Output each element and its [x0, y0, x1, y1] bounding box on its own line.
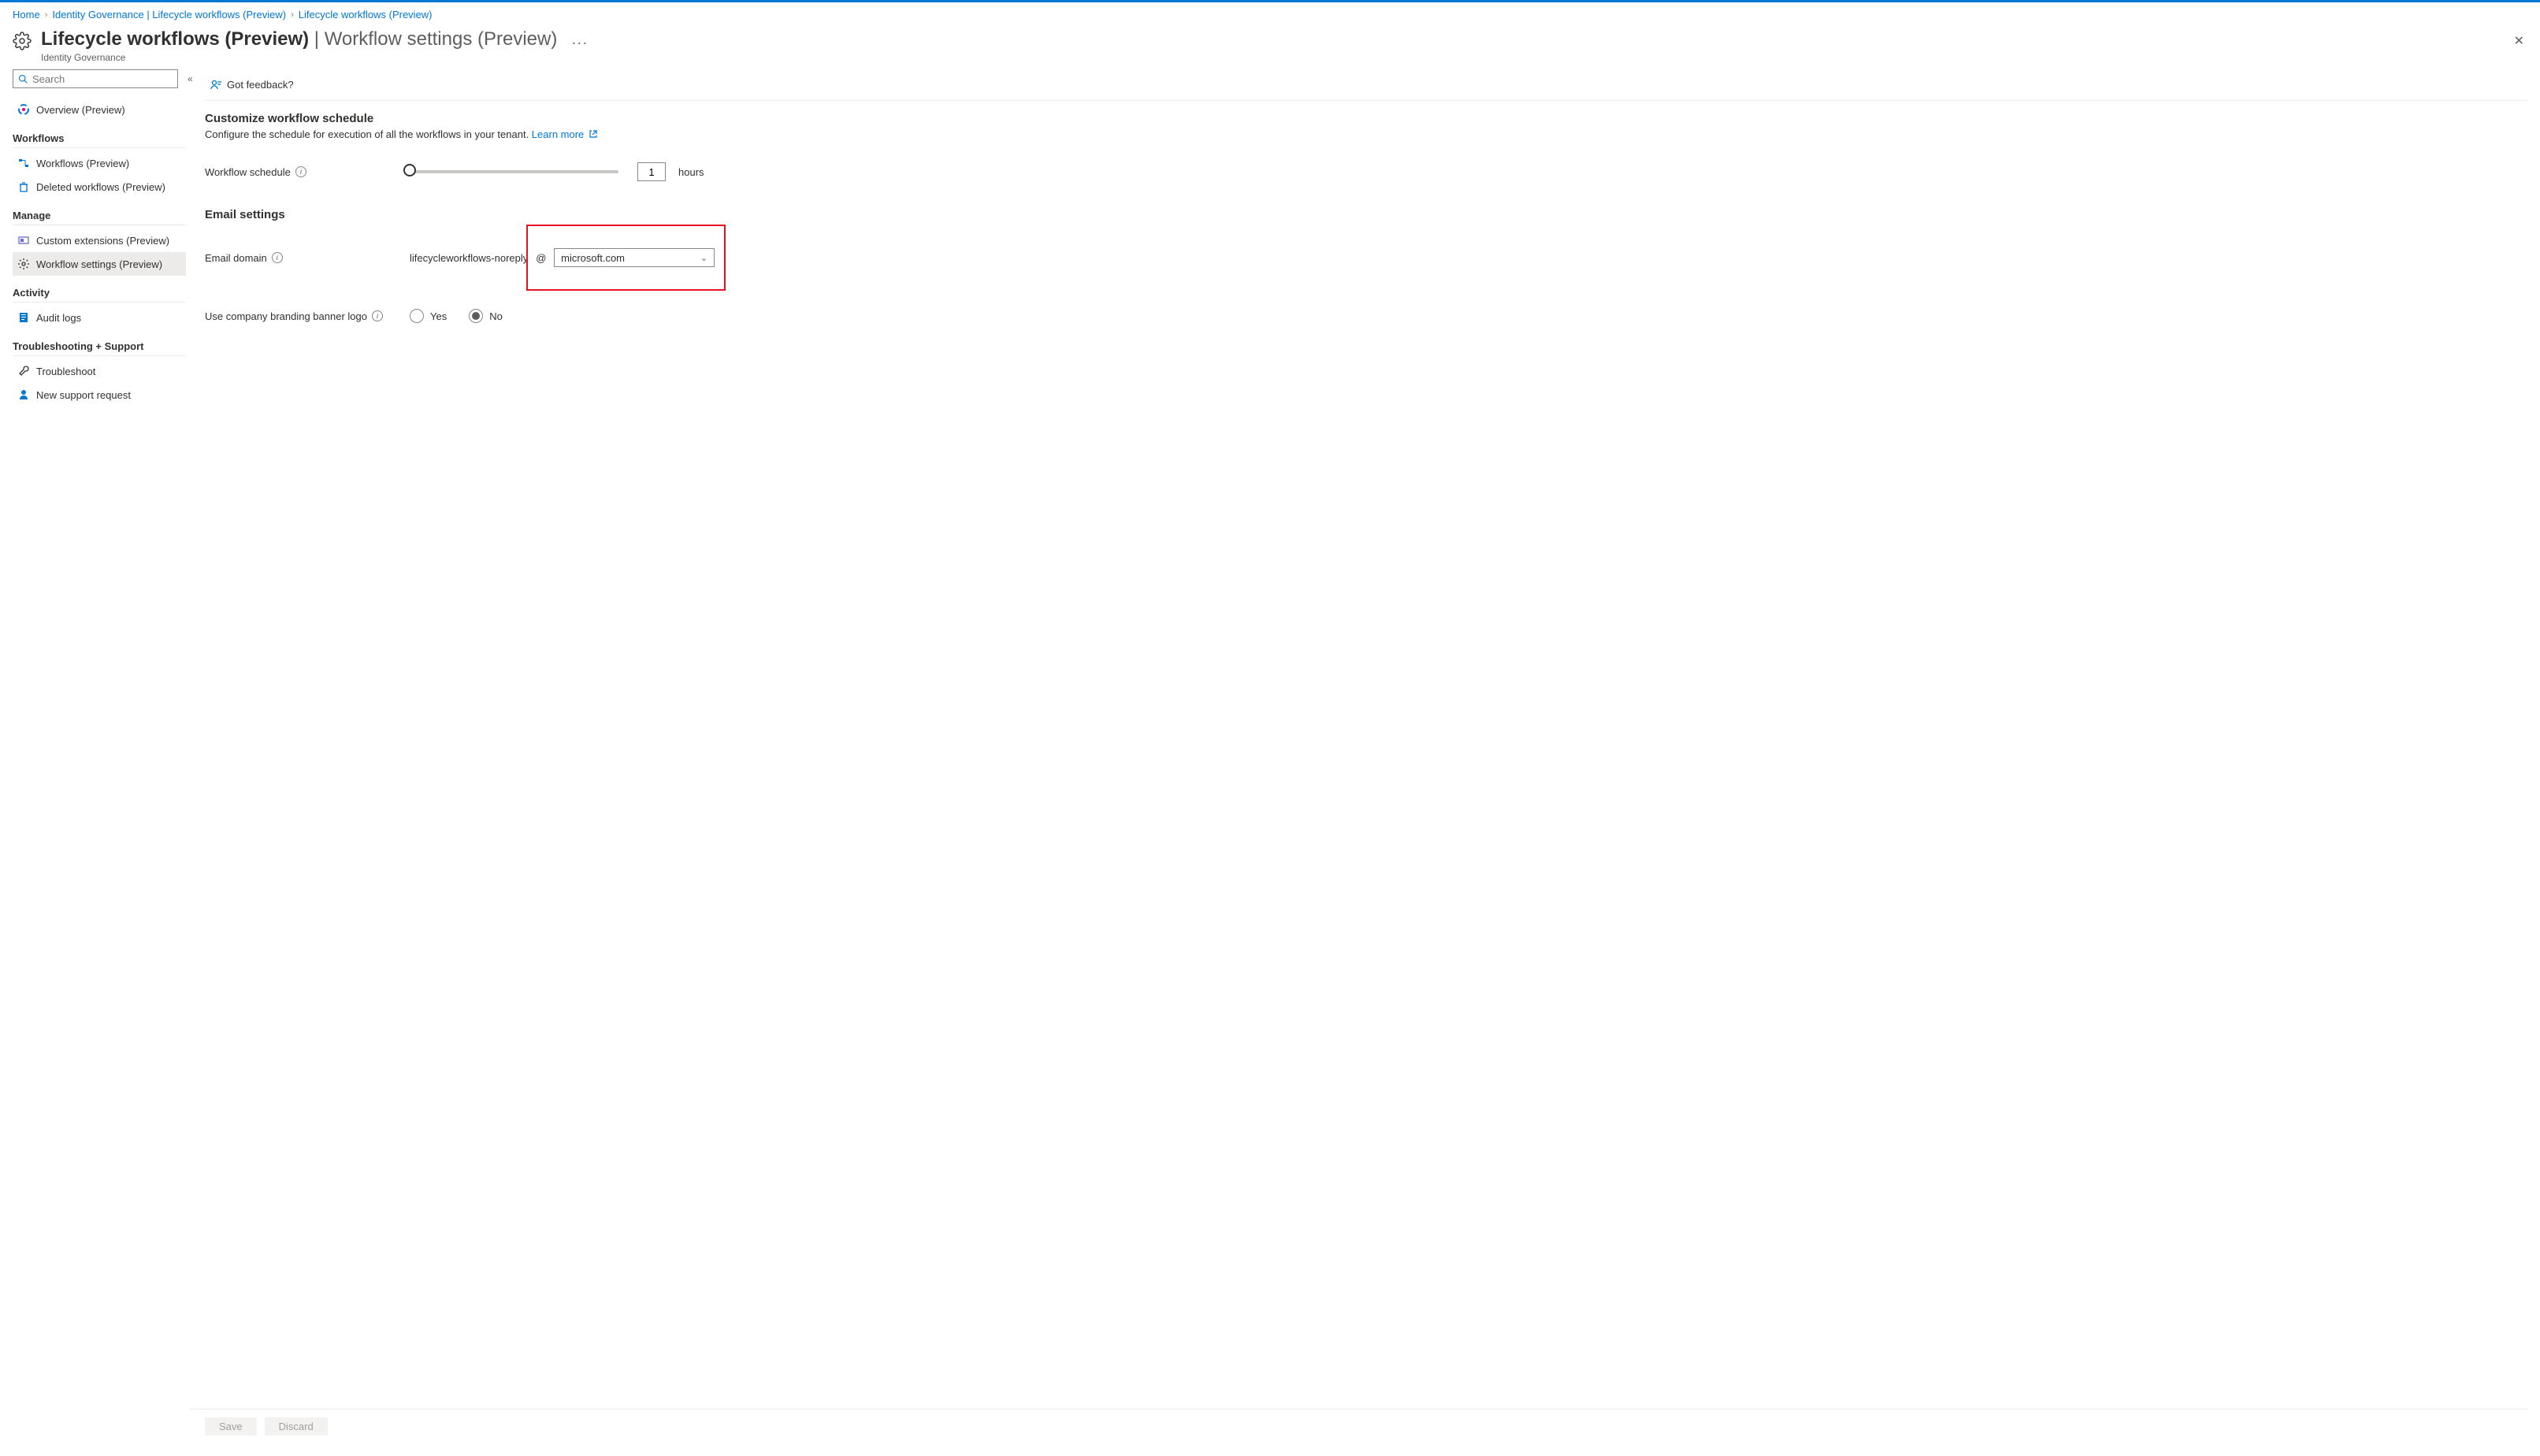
- sidebar-group-troubleshooting: Troubleshooting + Support: [13, 329, 186, 356]
- sidebar-item-label: Deleted workflows (Preview): [36, 181, 165, 193]
- sidebar-item-support-request[interactable]: New support request: [13, 383, 186, 407]
- sidebar-item-overview[interactable]: Overview (Preview): [13, 98, 186, 121]
- row-workflow-schedule: Workflow schedule i hours: [205, 156, 2527, 188]
- title-light: | Workflow settings (Preview): [309, 28, 557, 50]
- sidebar-item-custom-extensions[interactable]: Custom extensions (Preview): [13, 228, 186, 252]
- log-icon: [17, 311, 30, 324]
- email-prefix: lifecycleworkflows-noreply: [410, 252, 528, 264]
- slider-thumb[interactable]: [403, 164, 416, 176]
- sidebar-item-label: Workflow settings (Preview): [36, 258, 162, 270]
- save-button[interactable]: Save: [205, 1417, 257, 1436]
- title-bold: Lifecycle workflows (Preview): [41, 28, 309, 50]
- support-icon: [17, 388, 30, 401]
- breadcrumb-identity-governance[interactable]: Identity Governance | Lifecycle workflow…: [52, 9, 286, 20]
- sidebar-item-deleted-workflows[interactable]: Deleted workflows (Preview): [13, 175, 186, 199]
- breadcrumb: Home › Identity Governance | Lifecycle w…: [13, 2, 2527, 25]
- gear-icon: [17, 258, 30, 270]
- gear-icon: [13, 32, 32, 50]
- content-toolbar: Got feedback?: [205, 69, 2527, 101]
- wrench-icon: [17, 365, 30, 377]
- sidebar-search-input[interactable]: [31, 72, 173, 86]
- feedback-button[interactable]: Got feedback?: [205, 76, 299, 95]
- sidebar-item-audit-logs[interactable]: Audit logs: [13, 306, 186, 329]
- annotation-highlight: @ microsoft.com ⌄: [526, 225, 726, 291]
- row-branding-logo: Use company branding banner logo i Yes N…: [205, 300, 2527, 332]
- learn-more-link[interactable]: Learn more: [532, 128, 584, 140]
- radio-label: No: [489, 310, 503, 322]
- trash-icon: [17, 180, 30, 193]
- radio-label: Yes: [430, 310, 447, 322]
- info-icon[interactable]: i: [272, 252, 283, 263]
- sidebar-item-label: Troubleshoot: [36, 366, 95, 377]
- label-email-domain: Email domain: [205, 252, 267, 264]
- section-heading-email: Email settings: [205, 208, 2527, 221]
- discard-button[interactable]: Discard: [265, 1417, 328, 1436]
- sidebar-item-workflow-settings[interactable]: Workflow settings (Preview): [13, 252, 186, 276]
- breadcrumb-home[interactable]: Home: [13, 9, 40, 20]
- workflow-icon: [17, 157, 30, 169]
- footer-toolbar: Save Discard: [189, 1409, 2527, 1447]
- search-icon: [18, 74, 28, 84]
- close-button[interactable]: ✕: [2511, 30, 2527, 52]
- sidebar-group-manage: Manage: [13, 199, 186, 225]
- radio-no[interactable]: No: [469, 309, 503, 323]
- chevron-right-icon: ›: [291, 10, 294, 20]
- breadcrumb-lifecycle-workflows[interactable]: Lifecycle workflows (Preview): [299, 9, 433, 20]
- label-workflow-schedule: Workflow schedule: [205, 166, 291, 178]
- sidebar-item-label: Custom extensions (Preview): [36, 235, 169, 247]
- feedback-icon: [210, 79, 222, 91]
- page-subtitle: Identity Governance: [41, 52, 557, 63]
- schedule-slider[interactable]: [410, 170, 618, 173]
- label-branding: Use company branding banner logo: [205, 310, 367, 322]
- info-icon[interactable]: i: [372, 310, 383, 321]
- feedback-label: Got feedback?: [227, 79, 294, 91]
- more-ellipsis-button[interactable]: ···: [571, 35, 588, 51]
- sidebar-item-label: Audit logs: [36, 312, 81, 324]
- combo-value: microsoft.com: [561, 252, 625, 264]
- at-symbol: @: [536, 252, 546, 264]
- chevron-right-icon: ›: [45, 10, 48, 20]
- schedule-unit: hours: [678, 166, 704, 178]
- sidebar-item-label: Overview (Preview): [36, 104, 125, 116]
- radio-yes[interactable]: Yes: [410, 309, 447, 323]
- info-icon[interactable]: i: [295, 166, 306, 177]
- schedule-value-input[interactable]: [637, 162, 666, 181]
- sidebar: « Overview (Preview) Workflows Workflows…: [13, 69, 189, 1447]
- sidebar-group-activity: Activity: [13, 276, 186, 303]
- sidebar-item-workflows[interactable]: Workflows (Preview): [13, 151, 186, 175]
- extensions-icon: [17, 234, 30, 247]
- blade-header: Lifecycle workflows (Preview) | Workflow…: [13, 25, 2527, 69]
- row-email-domain: Email domain i lifecycleworkflows-norepl…: [205, 225, 2527, 291]
- sidebar-item-label: Workflows (Preview): [36, 158, 129, 169]
- chevron-down-icon: ⌄: [700, 253, 707, 263]
- sidebar-group-workflows: Workflows: [13, 121, 186, 148]
- section-desc-schedule: Configure the schedule for execution of …: [205, 128, 2527, 140]
- section-heading-schedule: Customize workflow schedule: [205, 112, 2527, 125]
- overview-icon: [17, 103, 30, 116]
- sidebar-item-label: New support request: [36, 389, 131, 401]
- radio-dot: [469, 309, 483, 323]
- external-link-icon: [589, 129, 598, 139]
- page-title: Lifecycle workflows (Preview) | Workflow…: [41, 28, 557, 50]
- radio-dot: [410, 309, 424, 323]
- sidebar-search[interactable]: [13, 69, 178, 88]
- sidebar-item-troubleshoot[interactable]: Troubleshoot: [13, 359, 186, 383]
- email-domain-dropdown[interactable]: microsoft.com ⌄: [554, 248, 715, 267]
